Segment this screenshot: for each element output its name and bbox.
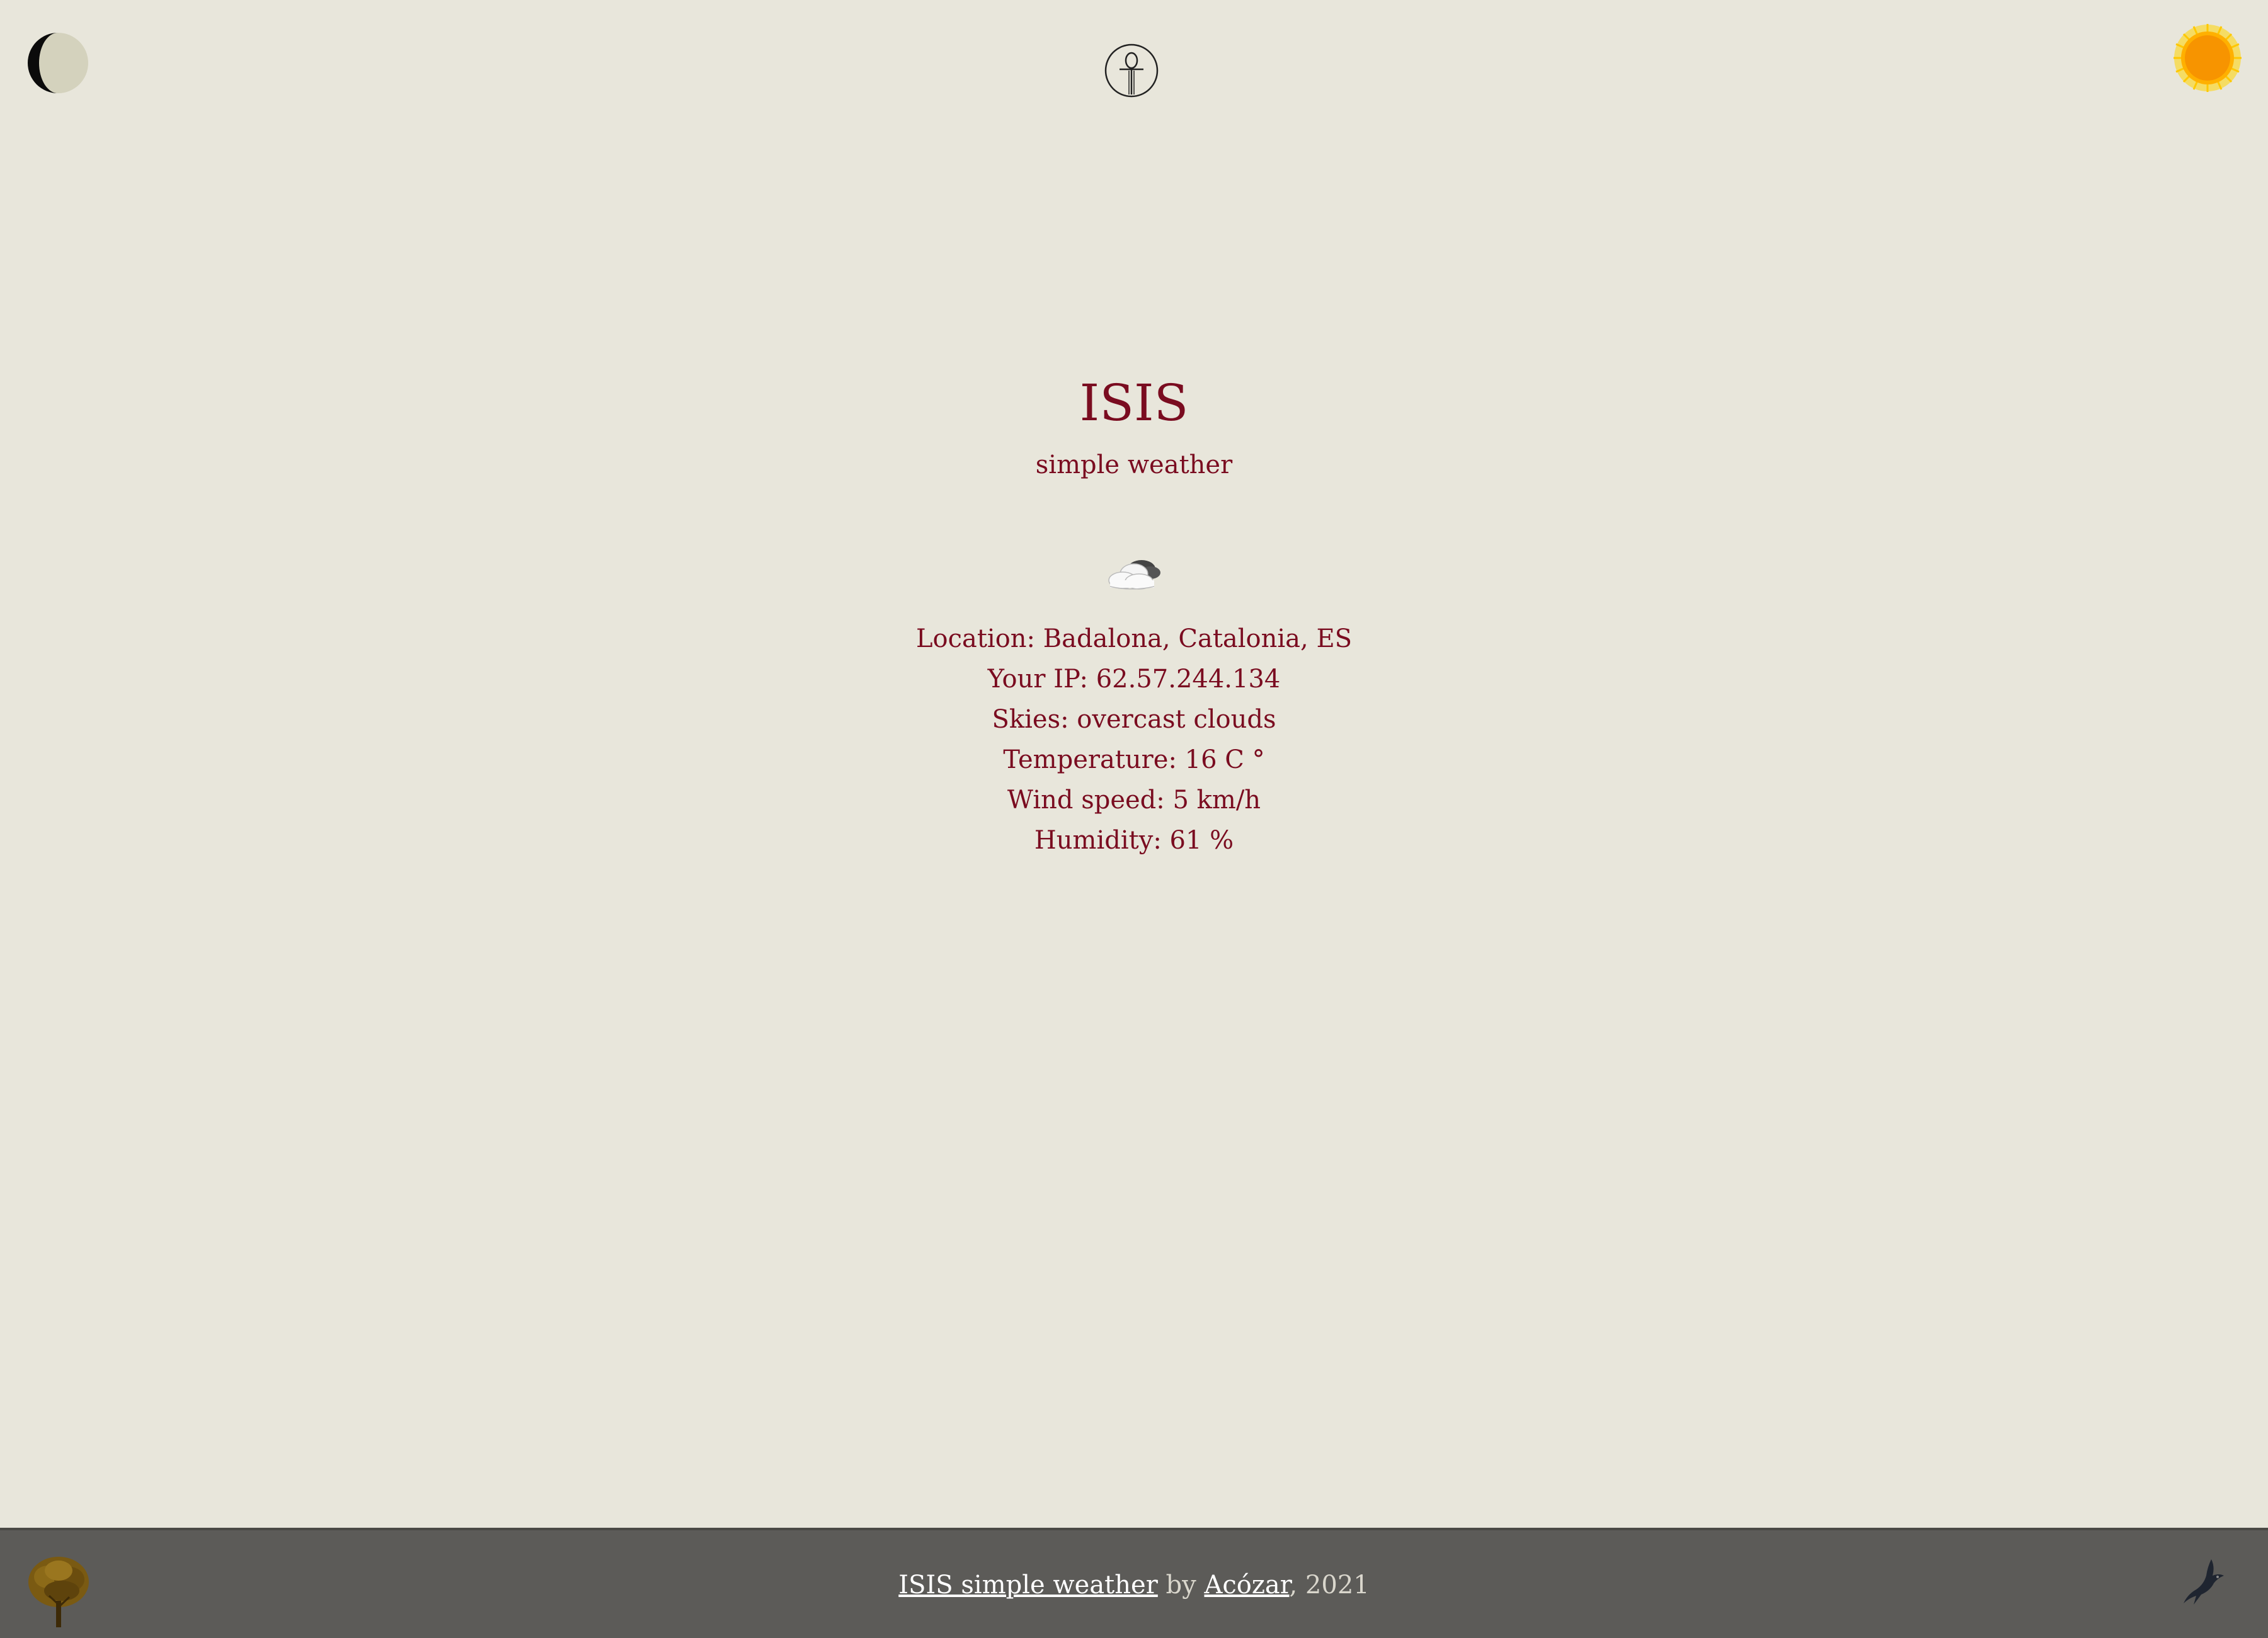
overcast-clouds-icon xyxy=(1104,551,1164,597)
location-text: Location: Badalona, Catalonia, ES xyxy=(915,624,1353,653)
footer: ISIS simple weather by Acózar, 2021 xyxy=(0,1528,2268,1638)
app-link[interactable]: ISIS simple weather xyxy=(898,1571,1158,1600)
skies-text: Skies: overcast clouds xyxy=(992,705,1276,734)
wind-speed-text: Wind speed: 5 km/h xyxy=(1007,786,1261,815)
page-title: ISIS xyxy=(1079,374,1189,432)
page-subtitle: simple weather xyxy=(1035,450,1233,479)
ip-text: Your IP: 62.57.244.134 xyxy=(987,665,1281,694)
author-link[interactable]: Acózar xyxy=(1204,1571,1289,1600)
ankh-icon xyxy=(1103,42,1160,100)
half-moon-icon[interactable] xyxy=(26,32,89,94)
footer-credit: ISIS simple weather by Acózar, 2021 xyxy=(0,1530,2268,1638)
footer-by-text: by xyxy=(1157,1571,1205,1600)
footer-year: , 2021 xyxy=(1289,1571,1370,1600)
humidity-text: Humidity: 61 % xyxy=(1034,826,1234,855)
page: ISIS simple weather Location: Badalona, … xyxy=(0,0,2268,1638)
bird-icon[interactable] xyxy=(2175,1554,2231,1611)
weather-info: Location: Badalona, Catalonia, ES Your I… xyxy=(0,619,2268,861)
sun-icon[interactable] xyxy=(2172,23,2243,93)
temperature-text: Temperature: 16 C ° xyxy=(1003,745,1265,774)
